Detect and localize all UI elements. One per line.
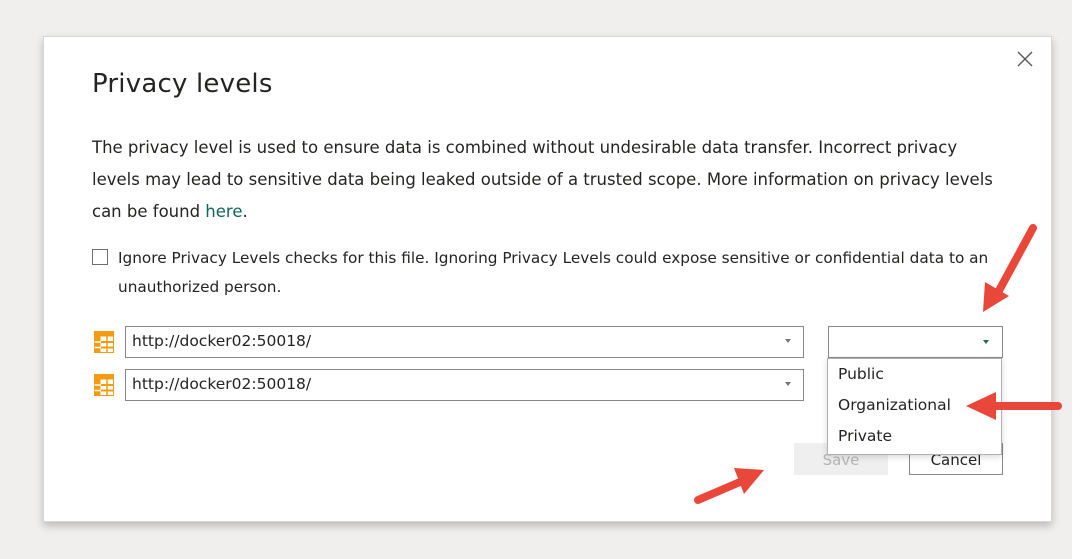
- ignore-privacy-checkbox[interactable]: [92, 249, 108, 265]
- privacy-level-select[interactable]: [828, 326, 1003, 358]
- close-button[interactable]: [1010, 44, 1040, 74]
- table-icon: [94, 374, 114, 396]
- privacy-option-private[interactable]: Private: [828, 421, 1001, 452]
- dialog-title: Privacy levels: [92, 69, 273, 99]
- ignore-privacy-label: Ignore Privacy Levels checks for this fi…: [118, 249, 989, 296]
- table-icon: [94, 331, 114, 353]
- privacy-info-link[interactable]: here: [205, 202, 242, 221]
- privacy-option-public[interactable]: Public: [828, 359, 1001, 390]
- privacy-levels-dialog: Privacy levels The privacy level is used…: [43, 36, 1052, 522]
- close-icon: [1017, 51, 1033, 67]
- data-source-url: http://docker02:50018/: [132, 332, 312, 350]
- data-source-select-2[interactable]: http://docker02:50018/: [125, 369, 804, 401]
- chevron-down-icon: [983, 340, 989, 344]
- chevron-down-icon: [785, 382, 791, 386]
- data-source-select-1[interactable]: http://docker02:50018/: [125, 326, 804, 358]
- data-source-url: http://docker02:50018/: [132, 375, 312, 393]
- description-suffix: .: [242, 202, 248, 221]
- privacy-level-dropdown: Public Organizational Private: [827, 358, 1002, 455]
- privacy-option-organizational[interactable]: Organizational: [828, 390, 1001, 421]
- chevron-down-icon: [785, 339, 791, 343]
- dialog-description: The privacy level is used to ensure data…: [92, 132, 1007, 228]
